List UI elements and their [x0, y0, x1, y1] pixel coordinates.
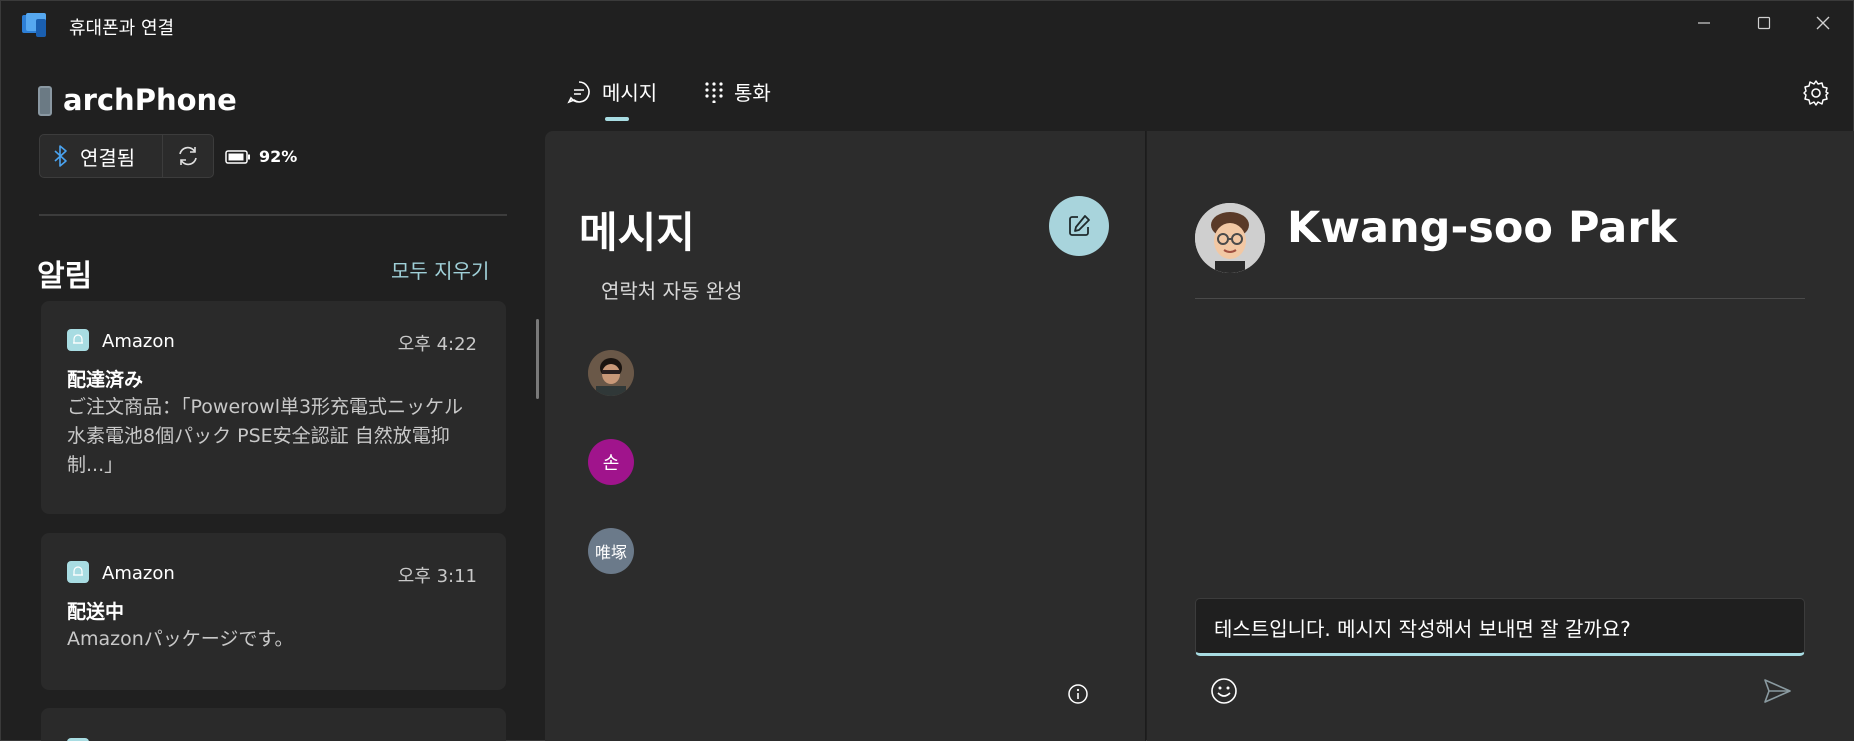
phone-link-logo-icon — [22, 13, 46, 37]
contact-avatar[interactable] — [588, 350, 634, 396]
contact-initial: 손 — [602, 453, 620, 474]
bell-icon — [67, 561, 89, 583]
chat-bubble-icon — [567, 80, 590, 104]
app-window: 휴대폰과 연결 archPhone 연결됨 92% 알림 모두 지우기 Amaz… — [0, 0, 1854, 741]
compose-icon — [1069, 215, 1090, 236]
contact-photo-icon — [588, 350, 634, 396]
notification-card[interactable]: Amazon 오후 4:22 配達済み ご注文商品：「Powerowl単3形充電… — [41, 301, 506, 514]
bluetooth-icon — [54, 145, 67, 167]
notification-heading: 配送中 — [67, 601, 125, 623]
battery-percent: 92% — [259, 147, 298, 166]
emoji-icon[interactable] — [1209, 676, 1239, 706]
tab-selected-indicator — [605, 117, 629, 121]
notification-time: 오후 3:11 — [397, 566, 477, 587]
app-title: 휴대폰과 연결 — [69, 18, 175, 39]
message-list-pane: 메시지 연락처 자동 완성 손 唯塚 — [545, 131, 1146, 741]
connection-status-group: 연결됨 — [39, 134, 214, 178]
notifications-title: 알림 — [37, 259, 93, 294]
minimize-icon — [1698, 22, 1710, 24]
bell-icon — [67, 329, 89, 351]
title-bar: 휴대폰과 연결 — [1, 1, 1853, 49]
tab-calls-label: 통화 — [734, 81, 771, 105]
conversation-pane: Kwang-soo Park 테스트입니다. 메시지 작성해서 보내면 잘 갈까… — [1147, 131, 1854, 741]
connection-status-button[interactable]: 연결됨 — [40, 135, 163, 177]
notifications-scrollbar[interactable] — [536, 319, 539, 399]
notification-body: ご注文商品：「Powerowl単3形充電式ニッケル水素電池8個パック PSE安全… — [67, 396, 464, 476]
maximize-icon — [1757, 16, 1771, 30]
contact-avatar — [1195, 203, 1265, 273]
send-icon[interactable] — [1761, 675, 1793, 707]
contact-initial: 唯塚 — [594, 543, 627, 562]
new-message-button[interactable] — [1049, 196, 1109, 256]
connection-status-label: 연결됨 — [80, 145, 136, 170]
phone-name: archPhone — [63, 83, 237, 117]
divider — [39, 214, 507, 216]
contact-avatar[interactable]: 손 — [588, 439, 634, 485]
notification-body: Amazonパッケージです。 — [67, 628, 294, 650]
memoji-avatar-icon — [1195, 203, 1265, 273]
phone-device-icon — [38, 86, 52, 116]
notification-app: Amazon — [102, 563, 175, 584]
tab-calls[interactable]: 통화 — [704, 77, 771, 106]
divider — [1195, 298, 1805, 299]
message-input[interactable]: 테스트입니다. 메시지 작성해서 보내면 잘 갈까요? — [1195, 598, 1805, 656]
contact-avatar[interactable]: 唯塚 — [588, 528, 634, 574]
minimize-button[interactable] — [1674, 1, 1734, 45]
battery-icon — [225, 149, 250, 164]
settings-gear-icon[interactable] — [1802, 79, 1830, 107]
refresh-button[interactable] — [163, 135, 213, 177]
refresh-icon — [179, 146, 197, 166]
battery-status: 92% — [225, 147, 297, 166]
contact-autocomplete-input[interactable]: 연락처 자동 완성 — [601, 275, 743, 304]
maximize-button[interactable] — [1734, 1, 1794, 45]
notification-card[interactable] — [41, 708, 506, 741]
conversation-contact-name: Kwang-soo Park — [1287, 203, 1678, 253]
notification-card[interactable]: Amazon 오후 3:11 配送中 Amazonパッケージです。 — [41, 533, 506, 690]
close-button[interactable] — [1793, 1, 1853, 45]
dialpad-icon — [705, 81, 723, 103]
info-icon[interactable] — [1067, 683, 1089, 705]
messages-title: 메시지 — [579, 208, 695, 257]
clear-all-link[interactable]: 모두 지우기 — [391, 255, 489, 284]
notification-heading: 配達済み — [67, 369, 144, 391]
close-icon — [1816, 16, 1830, 30]
notification-time: 오후 4:22 — [397, 334, 477, 355]
notification-app: Amazon — [102, 331, 175, 352]
tab-messages-label: 메시지 — [602, 81, 658, 105]
tab-messages[interactable]: 메시지 — [566, 77, 657, 106]
